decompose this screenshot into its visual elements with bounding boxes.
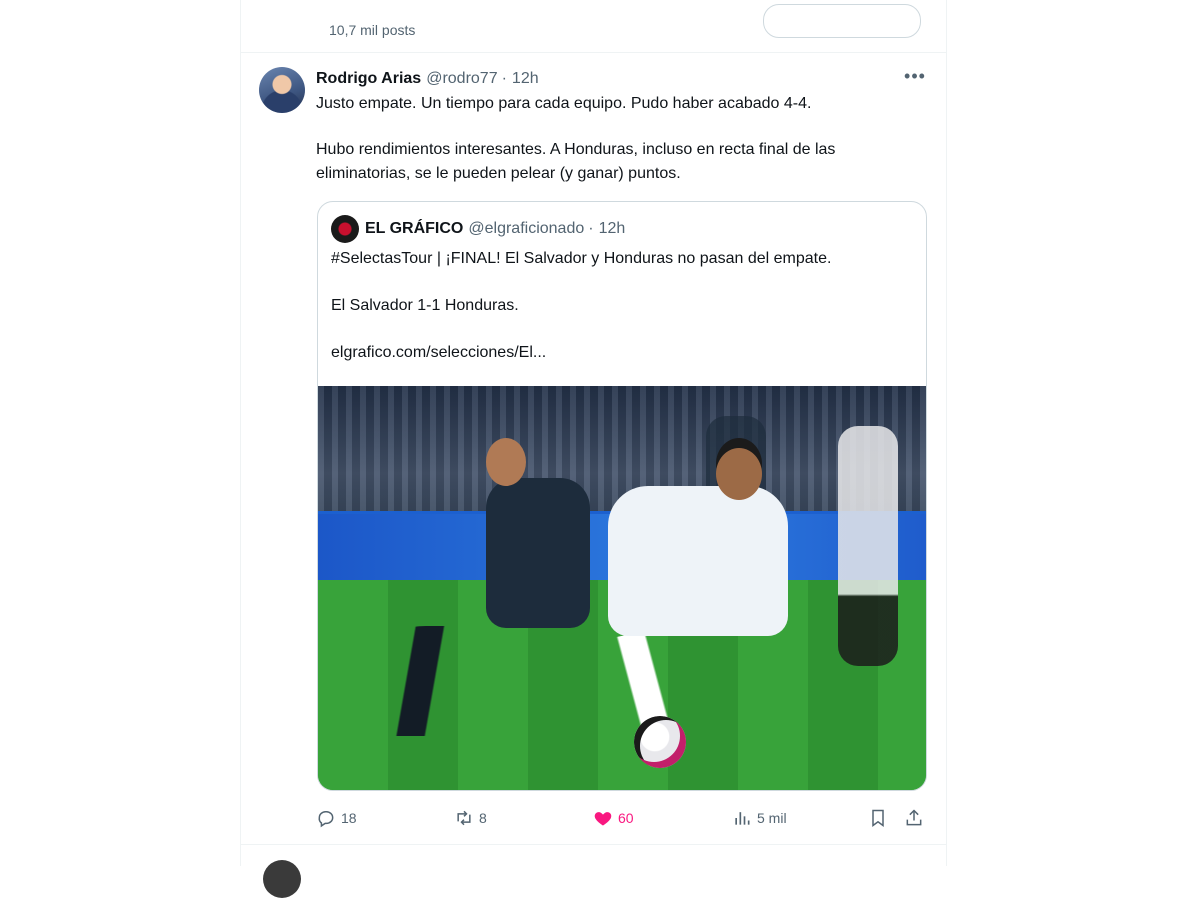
timeline-column: 10,7 mil posts Rodrigo Arias @rodro77 · … (240, 0, 947, 898)
photo-crowd (318, 386, 926, 511)
next-tweet-strip (241, 845, 946, 898)
quoted-tweet-header: EL GRÁFICO @elgraficionado · 12h (331, 215, 626, 243)
repost-count: 8 (479, 810, 487, 826)
share-button[interactable] (904, 806, 929, 830)
author-handle[interactable]: @rodro77 (426, 70, 497, 88)
photo-player-elsalvador (608, 486, 788, 636)
reply-icon (318, 811, 334, 828)
author-name[interactable]: Rodrigo Arias (316, 70, 421, 88)
heart-icon (594, 812, 612, 826)
quoted-avatar (331, 215, 359, 243)
more-options-icon[interactable]: ••• (903, 67, 927, 90)
photo-player-elsalvador-head (716, 448, 762, 500)
photo-player-honduras (486, 478, 590, 628)
bookmark-icon (872, 809, 884, 827)
previous-tweet-stats: 10,7 mil posts (329, 22, 416, 38)
tweet-text: Justo empate. Un tiempo para cada equipo… (316, 92, 926, 186)
next-tweet-avatar[interactable] (263, 860, 301, 898)
avatar[interactable] (259, 67, 305, 113)
reply-button[interactable]: 18 (316, 806, 357, 830)
share-icon (906, 809, 922, 826)
action-bar: 18 8 60 5 mil (316, 806, 928, 830)
quoted-paragraph: #SelectasTour | ¡FINAL! El Salvador y Ho… (331, 250, 832, 267)
previous-tweet-strip: 10,7 mil posts (241, 0, 946, 53)
photo-player-honduras-head (486, 438, 526, 486)
quoted-paragraph: El Salvador 1-1 Honduras. (331, 297, 519, 314)
like-button[interactable]: 60 (593, 806, 634, 830)
previous-tweet-button[interactable] (763, 4, 921, 38)
quoted-separator: · (588, 220, 594, 237)
tweet-paragraph: Hubo rendimientos interesantes. A Hondur… (316, 141, 836, 182)
quoted-tweet[interactable]: EL GRÁFICO @elgraficionado · 12h #Select… (317, 201, 927, 791)
quoted-text: #SelectasTour | ¡FINAL! El Salvador y Ho… (331, 247, 911, 365)
tweet-header: Rodrigo Arias @rodro77 · 12h (316, 68, 539, 90)
repost-button[interactable]: 8 (454, 806, 487, 830)
views-count: 5 mil (757, 810, 787, 826)
repost-icon (457, 810, 471, 826)
like-count: 60 (618, 810, 634, 826)
header-separator: · (501, 70, 507, 87)
quoted-timestamp: 12h (598, 220, 626, 237)
quoted-author-name: EL GRÁFICO (365, 220, 464, 237)
photo-player-background (838, 426, 898, 666)
tweet-paragraph: Justo empate. Un tiempo para cada equipo… (316, 95, 812, 112)
bookmark-button[interactable] (868, 806, 893, 830)
match-photo[interactable] (318, 386, 926, 790)
tweet-timestamp[interactable]: 12h (512, 70, 539, 88)
photo-player-honduras-legs (358, 626, 528, 736)
quoted-link[interactable]: elgrafico.com/selecciones/El... (331, 341, 911, 365)
photo-ball (634, 716, 686, 768)
views-icon (735, 812, 750, 825)
reply-count: 18 (341, 810, 357, 826)
views-button[interactable]: 5 mil (732, 806, 787, 830)
tweet[interactable]: Rodrigo Arias @rodro77 · 12h ••• Justo e… (241, 52, 946, 845)
quoted-author-handle: @elgraficionado (468, 220, 585, 237)
